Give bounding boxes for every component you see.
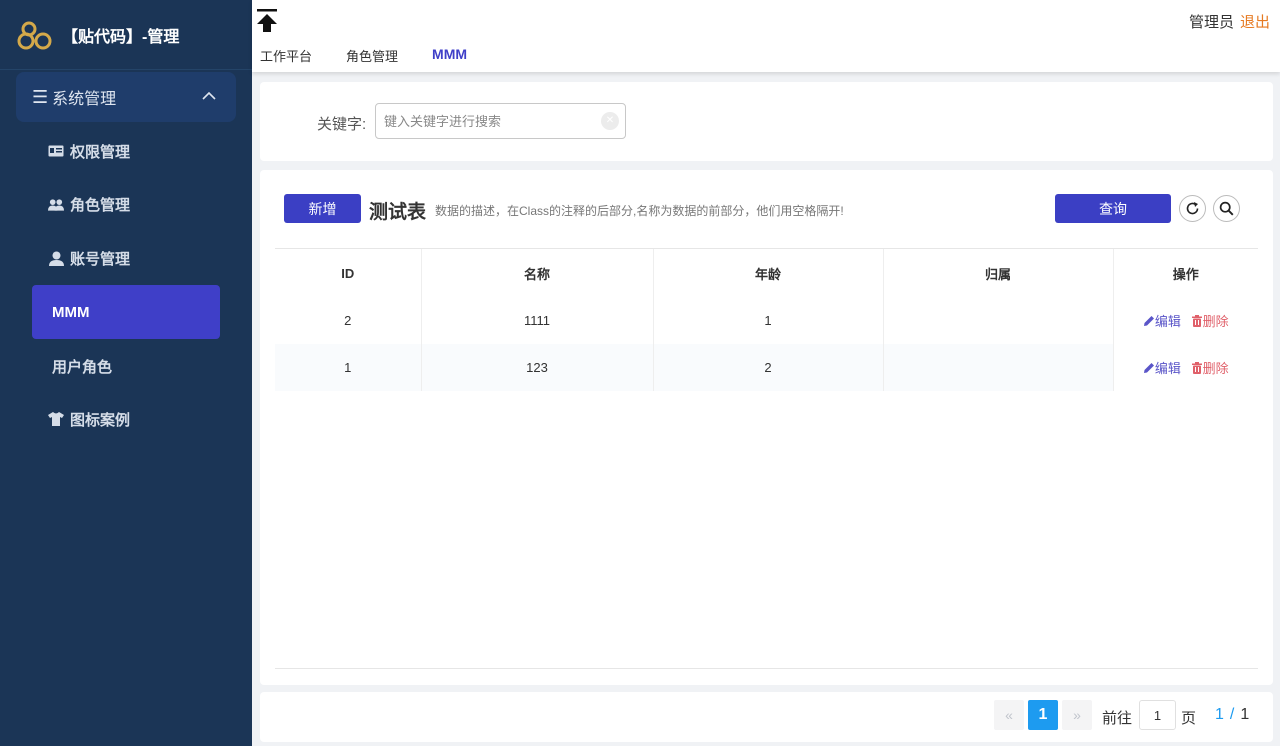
prev-page-button[interactable]: « <box>994 700 1024 730</box>
cell-actions: 编辑 删除 <box>1113 344 1258 391</box>
sidebar-item-label: 用户角色 <box>52 358 113 376</box>
cell-age: 2 <box>653 344 884 391</box>
search-label: 关键字: <box>317 116 367 133</box>
logout-link[interactable]: 退出 <box>1240 14 1270 31</box>
column-header-age[interactable]: 年龄 <box>653 249 884 297</box>
clear-icon[interactable]: ✕ <box>601 112 619 130</box>
pencil-icon <box>1143 315 1154 326</box>
menu-group-system[interactable]: ☰ 系统管理 <box>16 72 236 122</box>
pagination: « 1 » 前往 页 1 / 1 <box>260 692 1273 742</box>
sidebar: 【贴代码】-管理 ☰ 系统管理 权限管理 角色管理 账号管理 MMM 用户角色 <box>0 0 252 746</box>
sidebar-item-user-roles[interactable]: 用户角色 <box>32 340 220 392</box>
sidebar-item-icon-examples[interactable]: 图标案例 <box>32 393 220 445</box>
tab-mmm[interactable]: MMM <box>432 46 467 65</box>
tab-bar: 工作平台 角色管理 MMM <box>260 46 501 65</box>
logo-icon <box>17 21 52 49</box>
trash-icon <box>1191 314 1202 327</box>
cell-name: 1111 <box>421 297 654 344</box>
sidebar-item-label: MMM <box>52 303 90 321</box>
table-row[interactable]: 2 1111 1 编辑 删除 <box>275 297 1258 344</box>
delete-button[interactable]: 删除 <box>1191 311 1229 330</box>
sidebar-item-label: 角色管理 <box>70 196 131 214</box>
edit-label: 编辑 <box>1154 361 1181 376</box>
table-row[interactable]: 1 123 2 编辑 删除 <box>275 344 1258 391</box>
sidebar-item-label: 账号管理 <box>70 250 131 268</box>
cell-actions: 编辑 删除 <box>1113 297 1258 344</box>
search-button[interactable] <box>1213 195 1240 222</box>
refresh-button[interactable] <box>1179 195 1206 222</box>
table-header-row: ID 名称 年龄 归属 操作 <box>275 249 1258 297</box>
tshirt-icon <box>48 412 64 426</box>
column-header-owner[interactable]: 归属 <box>883 249 1114 297</box>
refresh-icon <box>1186 202 1199 215</box>
user-icon <box>48 251 64 266</box>
user-area: 管理员 退出 <box>1189 11 1270 32</box>
cell-id: 2 <box>275 297 422 344</box>
sidebar-item-label: 图标案例 <box>70 411 131 429</box>
cell-owner <box>883 297 1114 344</box>
hamburger-icon: ☰ <box>32 86 49 107</box>
sidebar-item-label: 权限管理 <box>70 143 131 161</box>
page-separator: / <box>1229 706 1235 723</box>
add-button[interactable]: 新增 <box>284 194 361 223</box>
pencil-icon <box>1143 362 1154 373</box>
chevron-up-icon <box>202 91 216 100</box>
brand-title: 【贴代码】-管理 <box>62 28 180 46</box>
users-icon <box>48 197 64 211</box>
table-description: 数据的描述，在Class的注释的后部分,名称为数据的前部分，他们用空格隔开! <box>435 204 844 218</box>
page-unit-label: 页 <box>1181 710 1197 727</box>
goto-page-input[interactable] <box>1139 700 1176 730</box>
column-header-id[interactable]: ID <box>275 249 422 297</box>
search-input[interactable] <box>375 103 626 139</box>
user-name: 管理员 <box>1188 14 1234 31</box>
tab-role-management[interactable]: 角色管理 <box>346 46 398 65</box>
edit-button[interactable]: 编辑 <box>1143 311 1181 330</box>
id-card-icon <box>48 144 64 158</box>
page-current: 1 <box>1215 706 1224 723</box>
edit-label: 编辑 <box>1154 314 1181 329</box>
header: 工作平台 角色管理 MMM 管理员 退出 <box>252 0 1280 72</box>
page-button-current[interactable]: 1 <box>1028 700 1058 730</box>
cell-name: 123 <box>421 344 654 391</box>
page-total: 1 <box>1240 706 1250 723</box>
delete-label: 删除 <box>1202 314 1229 329</box>
collapse-sidebar-icon[interactable] <box>256 8 278 34</box>
trash-icon <box>1191 361 1202 374</box>
delete-label: 删除 <box>1202 361 1229 376</box>
divider <box>275 668 1258 669</box>
search-panel: 关键字: ✕ <box>260 82 1273 161</box>
page-count: 1 / 1 <box>1215 706 1249 724</box>
delete-button[interactable]: 删除 <box>1191 358 1229 377</box>
goto-label: 前往 <box>1102 710 1133 727</box>
menu-group-label: 系统管理 <box>52 91 117 108</box>
cell-age: 1 <box>653 297 884 344</box>
brand: 【贴代码】-管理 <box>0 0 252 70</box>
sidebar-item-mmm[interactable]: MMM <box>32 285 220 339</box>
edit-button[interactable]: 编辑 <box>1143 358 1181 377</box>
table-title: 测试表 <box>369 202 427 223</box>
query-button[interactable]: 查询 <box>1055 194 1171 223</box>
column-header-actions: 操作 <box>1172 266 1199 282</box>
cell-owner <box>883 344 1114 391</box>
data-table: ID 名称 年龄 归属 操作 2 1111 1 编辑 删除 1 123 2 编辑… <box>275 249 1258 391</box>
tab-workbench[interactable]: 工作平台 <box>260 46 312 65</box>
next-page-button[interactable]: » <box>1062 700 1092 730</box>
sidebar-item-permissions[interactable]: 权限管理 <box>32 125 220 177</box>
data-panel: 新增 测试表 数据的描述，在Class的注释的后部分,名称为数据的前部分，他们用… <box>260 170 1273 685</box>
search-icon <box>1219 201 1234 216</box>
cell-id: 1 <box>275 344 422 391</box>
column-header-name[interactable]: 名称 <box>421 249 654 297</box>
sidebar-item-accounts[interactable]: 账号管理 <box>32 232 220 284</box>
sidebar-item-roles[interactable]: 角色管理 <box>32 178 220 230</box>
